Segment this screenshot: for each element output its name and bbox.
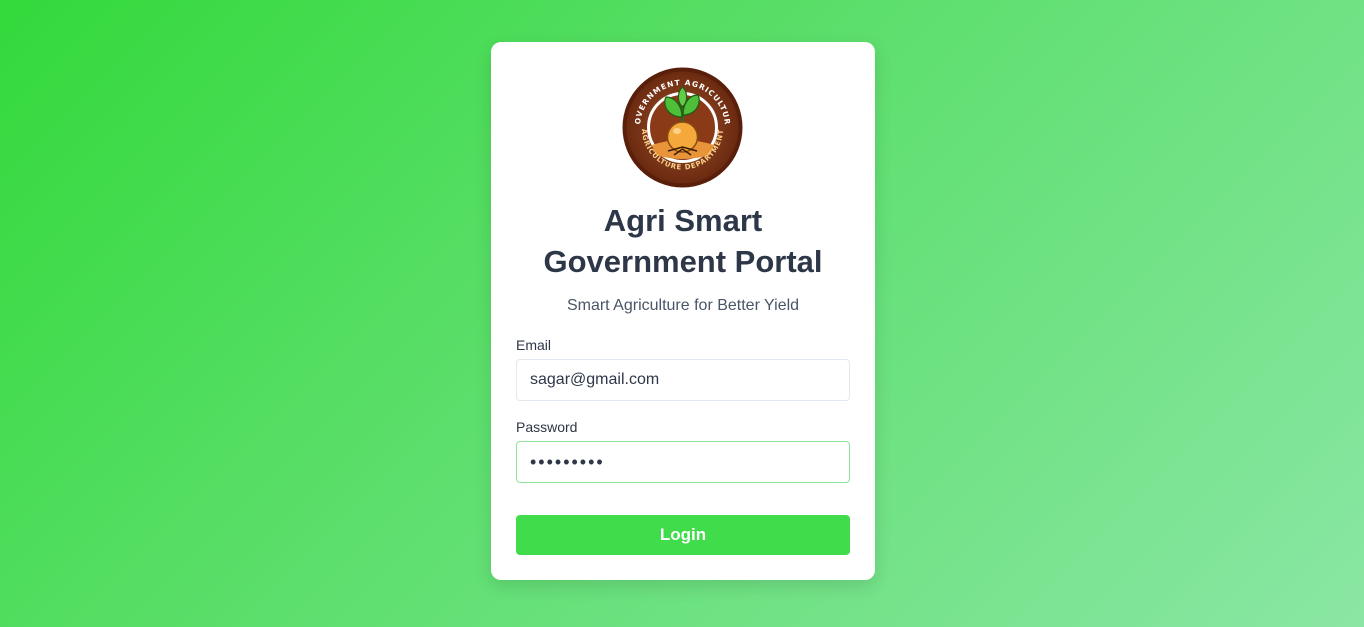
login-card: GOVERNMENT AGRICULTURE AGRICULTURE DEPAR…	[491, 42, 875, 580]
email-field[interactable]	[516, 359, 850, 401]
agriculture-department-seal-icon: GOVERNMENT AGRICULTURE AGRICULTURE DEPAR…	[622, 67, 743, 188]
login-button[interactable]: Login	[516, 515, 850, 555]
password-field[interactable]	[516, 441, 850, 483]
page-subtitle: Smart Agriculture for Better Yield	[566, 297, 800, 314]
password-label: Password	[516, 419, 578, 435]
page-title: Agri Smart Government Portal	[543, 203, 823, 279]
email-label: Email	[516, 337, 552, 353]
